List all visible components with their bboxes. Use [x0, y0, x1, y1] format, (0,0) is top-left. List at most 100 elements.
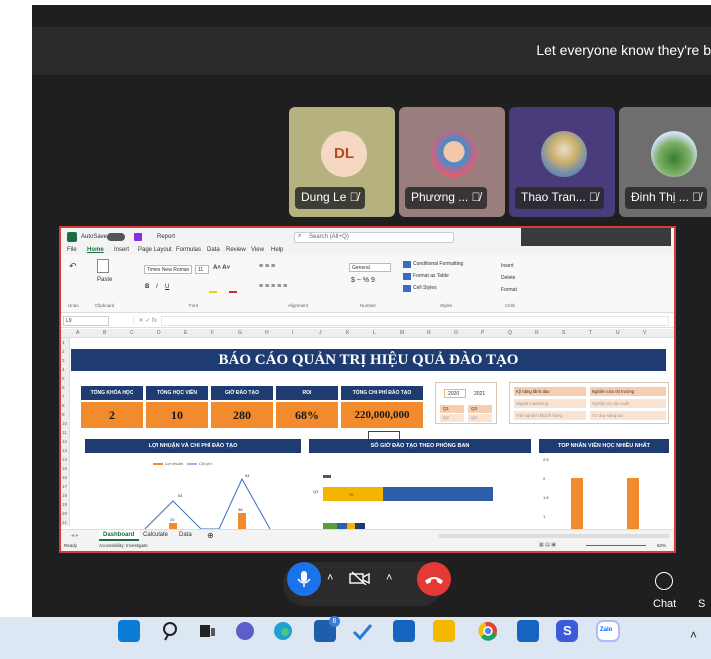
name-box[interactable]: L9: [63, 316, 109, 326]
cell-styles-label[interactable]: Cell Styles: [413, 285, 437, 291]
todo-check-icon[interactable]: [351, 620, 373, 642]
calendar-icon[interactable]: [517, 620, 539, 642]
status-accessibility[interactable]: Accessibility: Investigate: [99, 543, 148, 548]
save-icon[interactable]: [134, 233, 142, 241]
chat-label[interactable]: Chat: [653, 598, 676, 610]
column-header[interactable]: R: [535, 330, 539, 336]
font-name-select[interactable]: Times New Roman: [144, 265, 192, 274]
view-mode-icon[interactable]: ▦ ▤ ▣: [539, 542, 556, 548]
menu-insert[interactable]: Insert: [114, 247, 129, 253]
column-header[interactable]: H: [265, 330, 269, 336]
slicer-q3[interactable]: Q3: [468, 405, 492, 413]
sheet-tab-calculate[interactable]: Calculate: [143, 532, 168, 538]
row-header[interactable]: 14: [62, 457, 67, 462]
bold-icon[interactable]: B: [145, 284, 149, 290]
shared-screen-excel[interactable]: AutoSave Report Search (Alt+Q) ⌕ File Ho…: [59, 226, 676, 553]
column-header[interactable]: M: [400, 330, 404, 336]
row-header[interactable]: 15: [62, 466, 67, 471]
participant-tile[interactable]: Đinh Thị ... 🎙̸: [619, 107, 711, 217]
currency-icon[interactable]: $ ~ % 9: [351, 277, 375, 284]
zoom-slider[interactable]: [586, 545, 646, 546]
menu-file[interactable]: File: [67, 247, 77, 253]
column-header[interactable]: U: [616, 330, 620, 336]
tray-chevron-icon[interactable]: ˄: [690, 628, 697, 642]
slicer-q4[interactable]: Q4: [468, 414, 492, 422]
row-header[interactable]: 19: [62, 502, 67, 507]
slicer-skill[interactable]: Digital marketing: [514, 399, 586, 408]
column-header[interactable]: K: [346, 330, 349, 336]
column-header[interactable]: F: [211, 330, 214, 336]
slicer-skill[interactable]: Nghiên cứu thị trường: [590, 387, 666, 396]
row-header[interactable]: 3: [62, 358, 65, 363]
row-header[interactable]: 8: [62, 403, 65, 408]
font-size-select[interactable]: 11: [195, 265, 209, 274]
number-format-select[interactable]: General: [349, 263, 391, 272]
slicer-skill[interactable]: Tư duy sáng tạo: [590, 411, 666, 420]
row-header[interactable]: 20: [62, 511, 67, 516]
cell-styles-icon[interactable]: [403, 285, 411, 292]
cells-format-label[interactable]: Format: [501, 287, 517, 293]
microphone-button[interactable]: [287, 562, 321, 596]
undo-icon[interactable]: ↶: [69, 261, 79, 271]
column-header[interactable]: A: [76, 330, 79, 336]
slicer-skill[interactable]: Trải nghiệm khách hàng: [514, 411, 586, 420]
font-grow-icon[interactable]: A˄ A˅: [213, 265, 230, 271]
mail-icon[interactable]: 6: [314, 616, 340, 642]
row-header[interactable]: 5: [62, 376, 65, 381]
slicer-skill[interactable]: Kỹ năng lãnh đạo: [514, 387, 586, 396]
conditional-formatting-icon[interactable]: [403, 261, 411, 268]
format-table-icon[interactable]: [403, 273, 411, 280]
column-header[interactable]: N: [427, 330, 431, 336]
sheet-tab-dashboard[interactable]: Dashboard: [99, 530, 139, 541]
row-header[interactable]: 11: [62, 430, 67, 435]
column-header[interactable]: T: [589, 330, 592, 336]
sheet-tab-data[interactable]: Data: [179, 532, 192, 538]
mic-options-chevron-icon[interactable]: ˄: [327, 572, 333, 584]
column-header[interactable]: G: [238, 330, 242, 336]
row-header[interactable]: 7: [62, 394, 65, 399]
search-input[interactable]: Search (Alt+Q) ⌕: [294, 232, 454, 243]
add-sheet-icon[interactable]: ⊕: [207, 531, 214, 540]
teams-chat-icon[interactable]: [234, 620, 256, 642]
search-icon[interactable]: [159, 620, 181, 642]
column-header[interactable]: D: [157, 330, 161, 336]
row-header[interactable]: 9: [62, 412, 65, 417]
row-header[interactable]: 6: [62, 385, 65, 390]
menu-review[interactable]: Review: [226, 247, 246, 253]
menu-home[interactable]: Home: [87, 247, 104, 253]
column-header[interactable]: P: [481, 330, 484, 336]
menu-formulas[interactable]: Formulas: [176, 247, 201, 253]
column-header[interactable]: J: [319, 330, 322, 336]
row-header[interactable]: 21: [62, 520, 67, 525]
start-icon[interactable]: [118, 620, 140, 642]
fx-icon[interactable]: ⋮ ✕ ✓ fx: [131, 317, 157, 324]
row-header[interactable]: 13: [62, 448, 67, 453]
slicer-skill[interactable]: Nghiệp vụ căn xuất: [590, 399, 666, 408]
chrome-icon[interactable]: [477, 620, 499, 642]
chat-icon[interactable]: [655, 572, 673, 590]
formula-input[interactable]: [161, 316, 669, 326]
column-header[interactable]: Q: [508, 330, 512, 336]
italic-icon[interactable]: I: [156, 284, 158, 290]
horizontal-scrollbar[interactable]: [439, 534, 669, 538]
format-as-table-label[interactable]: Format as Table: [413, 273, 449, 279]
menu-page-layout[interactable]: Page Layout: [138, 247, 172, 253]
store-icon[interactable]: [393, 620, 415, 642]
participant-tile[interactable]: Phương ... 🎙̸: [399, 107, 505, 217]
row-header[interactable]: 1: [62, 340, 65, 345]
row-header[interactable]: 17: [62, 484, 67, 489]
cells-delete-label[interactable]: Delete: [501, 275, 515, 281]
column-header[interactable]: I: [292, 330, 293, 336]
menu-view[interactable]: View: [251, 247, 264, 253]
leave-call-button[interactable]: [417, 562, 451, 596]
fill-color-icon[interactable]: [209, 291, 217, 293]
column-header[interactable]: C: [130, 330, 134, 336]
menu-help[interactable]: Help: [271, 247, 283, 253]
slicer-q2[interactable]: Q2: [440, 414, 464, 422]
participant-tile[interactable]: DL Dung Le 🎙̸: [289, 107, 395, 217]
slicer-year-2021[interactable]: 2021: [474, 391, 485, 397]
column-header[interactable]: V: [643, 330, 646, 336]
row-header[interactable]: 12: [62, 439, 67, 444]
sheet-nav-icon[interactable]: ◂ ▸: [71, 532, 79, 539]
column-header[interactable]: E: [184, 330, 187, 336]
